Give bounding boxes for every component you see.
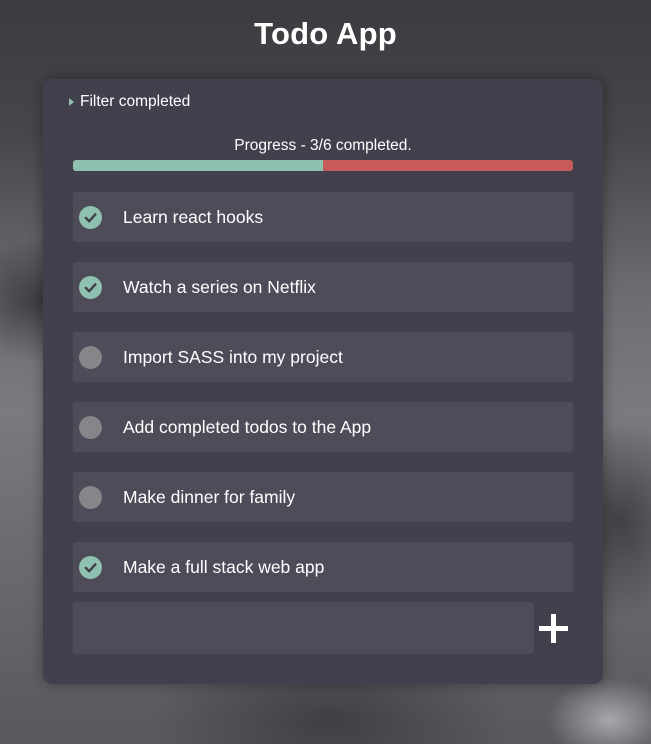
check-icon[interactable] xyxy=(79,485,102,509)
caret-right-icon xyxy=(69,98,74,106)
progress-fill xyxy=(73,160,323,171)
todo-item[interactable]: Make dinner for family xyxy=(73,472,573,522)
check-icon[interactable] xyxy=(79,275,102,299)
progress-bar xyxy=(73,160,573,171)
todo-list: Learn react hooks Watch a series on Netf… xyxy=(73,192,573,612)
todo-text: Make a full stack web app xyxy=(123,556,325,577)
check-icon[interactable] xyxy=(79,205,102,229)
todo-item[interactable]: Make a full stack web app xyxy=(73,542,573,592)
page-title: Todo App xyxy=(254,16,397,51)
check-icon[interactable] xyxy=(79,555,102,579)
filter-completed-toggle[interactable]: Filter completed xyxy=(69,93,190,111)
todo-text: Learn react hooks xyxy=(123,206,264,227)
todo-item[interactable]: Add completed todos to the App xyxy=(73,402,573,452)
todo-item[interactable]: Learn react hooks xyxy=(73,192,573,242)
add-todo-button[interactable] xyxy=(537,612,571,646)
filter-label: Filter completed xyxy=(80,93,191,110)
todo-text: Make dinner for family xyxy=(123,486,296,507)
todo-text: Watch a series on Netflix xyxy=(123,276,316,297)
todo-item[interactable]: Import SASS into my project xyxy=(73,332,573,382)
todo-card: Filter completed Progress - 3/6 complete… xyxy=(43,79,603,684)
todo-item[interactable]: Watch a series on Netflix xyxy=(73,262,573,312)
progress-label: Progress - 3/6 completed. xyxy=(234,137,412,154)
new-todo-input[interactable] xyxy=(73,602,534,654)
todo-text: Add completed todos to the App xyxy=(123,416,372,437)
todo-text: Import SASS into my project xyxy=(123,346,343,367)
check-icon[interactable] xyxy=(79,345,102,369)
check-icon[interactable] xyxy=(79,415,102,439)
